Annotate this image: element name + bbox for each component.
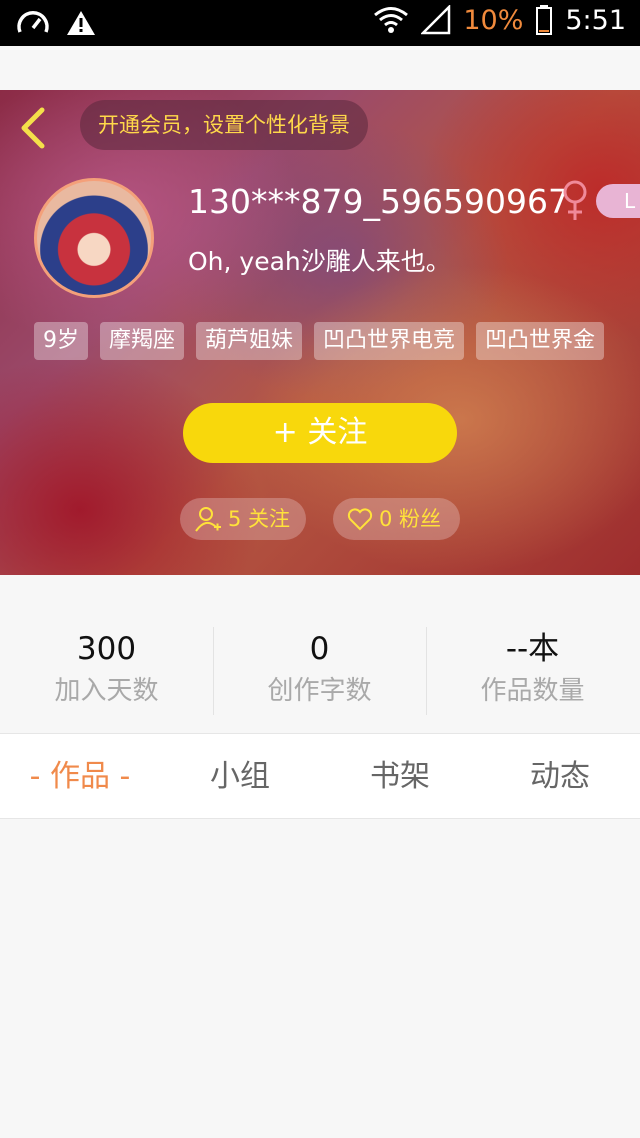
signal-icon [421,5,451,35]
status-bar-left [16,8,96,38]
tab-bookshelf[interactable]: 书架 [320,734,480,820]
stat-value: --本 [505,631,560,667]
stats-row: 300 加入天数 0 创作字数 --本 作品数量 [0,575,640,733]
tab-activity[interactable]: 动态 [480,734,640,820]
tag-group: 凹凸世界电竞 [314,322,465,360]
level-badge: L [596,184,640,218]
tag-zodiac: 摩羯座 [100,322,185,360]
tab-bar: - 作品 - 小组 书架 动态 [0,733,640,819]
battery-percent: 10% [463,4,524,36]
clock: 5:51 [565,4,626,36]
stat-word-count: 0 创作字数 [213,627,426,711]
speedometer-icon [17,11,49,33]
avatar[interactable] [34,178,154,298]
heart-icon [347,508,373,531]
tag-group: 凹凸世界金 [476,322,605,360]
following-count: 5 关注 [228,507,291,531]
nickname: 130***879_596590967 [188,182,569,221]
stat-label: 作品数量 [480,676,585,706]
warning-icon [67,11,95,35]
wifi-icon [374,7,409,33]
back-button[interactable] [14,104,54,152]
motto: Oh, yeah沙雕人来也。 [188,247,451,276]
chevron-left-icon [21,107,45,149]
status-bar-right: 10% 5:51 [373,4,626,36]
tab-works[interactable]: - 作品 - [0,734,160,820]
profile-header: 开通会员，设置个性化背景 130***879_596590967 L Oh, y… [0,90,640,575]
stat-join-days: 300 加入天数 [0,627,213,711]
tag-list: 9岁 摩羯座 葫芦姐妹 凹凸世界电竞 凹凸世界金 [34,322,605,360]
tab-content-area [0,819,640,1138]
user-add-icon [195,507,221,532]
fans-pill[interactable]: 0 粉丝 [333,498,460,540]
vip-banner-button[interactable]: 开通会员，设置个性化背景 [80,100,368,150]
top-spacer [0,46,640,90]
stat-value: 300 [76,631,137,667]
tab-groups[interactable]: 小组 [160,734,320,820]
female-icon [563,180,587,220]
tag-group: 葫芦姐妹 [196,322,303,360]
stat-label: 加入天数 [54,676,159,706]
follow-button[interactable]: + 关注 [183,403,457,463]
stat-value: 0 [309,631,330,667]
status-bar: 10% 5:51 [0,0,640,46]
stat-works-count: --本 作品数量 [426,627,639,711]
fans-count: 0 粉丝 [379,507,442,531]
battery-icon [536,5,553,35]
tag-age: 9岁 [34,322,88,360]
following-pill[interactable]: 5 关注 [180,498,306,540]
stat-label: 创作字数 [267,676,372,706]
